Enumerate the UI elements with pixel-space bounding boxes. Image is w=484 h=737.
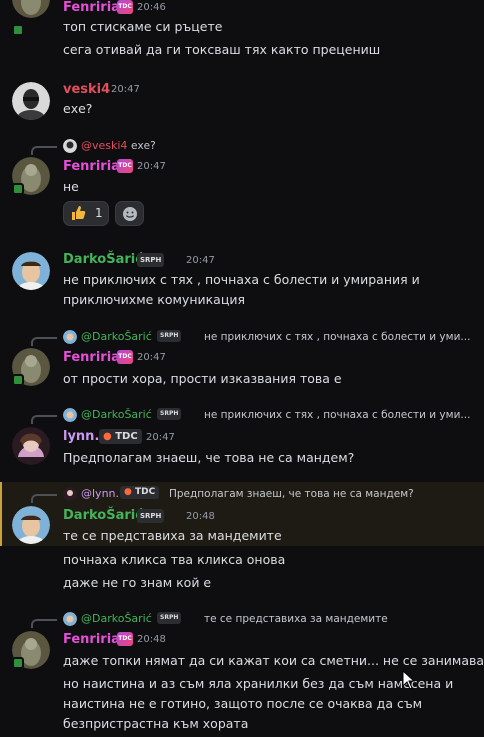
- message-text: не: [63, 179, 79, 194]
- chat-messages: Fenriria TDC 20:46 топ стискаме си ръцет…: [0, 0, 484, 737]
- message-text: приключихме комуникация: [63, 292, 245, 307]
- tdc-badge-icon: TDC: [117, 0, 133, 14]
- tdc-tag: ● TDC: [120, 486, 160, 499]
- avatar[interactable]: [12, 82, 50, 120]
- message-text: но наистина и аз съм яла хранилки без да…: [63, 676, 454, 691]
- srph-badge-icon: SRPH: [137, 509, 165, 523]
- reply-avatar: [63, 330, 77, 344]
- message-text: даже не го знам кой е: [63, 575, 212, 590]
- status-icon: [12, 374, 24, 386]
- username[interactable]: veski4: [63, 82, 110, 97]
- srph-badge-icon: SRPH: [157, 330, 182, 342]
- tdc-badge-icon: TDC: [117, 632, 133, 646]
- reply-username[interactable]: @DarkoŠarić: [81, 408, 152, 421]
- avatar[interactable]: [12, 252, 50, 290]
- add-emoji-icon: [122, 206, 138, 226]
- fire-icon: ●: [124, 487, 132, 497]
- reaction-count: 1: [95, 206, 103, 220]
- status-icon: [12, 24, 24, 36]
- reply-preview[interactable]: не приключих с тях , почнаха с болести и…: [204, 331, 470, 343]
- avatar[interactable]: [12, 0, 50, 18]
- message-text: Предполагам знаеш, че това не са мандем?: [63, 450, 355, 465]
- username[interactable]: Fenriria: [63, 0, 120, 15]
- timestamp: 20:47: [186, 255, 215, 266]
- fire-icon: ●: [103, 431, 112, 442]
- message-text: безпристрастна към хората: [63, 716, 249, 731]
- message-text: сега отивай да ги токсваш тях както прец…: [63, 42, 381, 57]
- timestamp: 20:47: [137, 161, 166, 172]
- reply-username[interactable]: @veski4: [81, 139, 127, 152]
- srph-badge-icon: SRPH: [137, 253, 165, 267]
- username[interactable]: DarkoŠarić: [63, 252, 143, 267]
- reply-preview[interactable]: Предполагам знаеш, че това не са мандем?: [169, 488, 414, 500]
- username[interactable]: DarkoŠarić: [63, 508, 143, 523]
- add-reaction-button[interactable]: [115, 201, 144, 226]
- srph-badge-icon: SRPH: [157, 612, 182, 624]
- reply-connector: [31, 415, 57, 424]
- reply-preview[interactable]: не приключих с тях , почнаха с болести и…: [204, 409, 470, 421]
- mouse-cursor-icon: [402, 669, 416, 694]
- timestamp: 20:46: [137, 2, 166, 13]
- tdc-tag: ● TDC: [99, 429, 142, 444]
- avatar[interactable]: [12, 506, 50, 544]
- username[interactable]: lynn.: [63, 429, 99, 444]
- reply-avatar: [63, 612, 77, 626]
- message-text: даже топки нямат да си кажат кои са смет…: [63, 653, 484, 668]
- reply-connector: [31, 337, 57, 346]
- username[interactable]: Fenriria: [63, 632, 120, 647]
- thumbs-up-icon: [70, 205, 86, 225]
- username[interactable]: Fenriria: [63, 159, 120, 174]
- timestamp: 20:47: [111, 84, 140, 95]
- reply-avatar: [63, 487, 77, 501]
- reply-preview[interactable]: ехе?: [131, 140, 156, 152]
- status-icon: [12, 657, 24, 669]
- avatar[interactable]: [12, 427, 50, 465]
- status-icon: [12, 183, 24, 195]
- timestamp: 20:48: [137, 634, 166, 645]
- message-text: ехе?: [63, 101, 93, 116]
- message-text: наистина не е готино, защото после се оч…: [63, 696, 423, 711]
- reply-username[interactable]: @DarkoŠarić: [81, 330, 152, 343]
- username[interactable]: Fenriria: [63, 350, 120, 365]
- timestamp: 20:48: [186, 511, 215, 522]
- tdc-badge-icon: TDC: [117, 350, 133, 364]
- reply-username[interactable]: @lynn.: [81, 487, 119, 500]
- reaction-thumbs-up[interactable]: 1: [63, 201, 109, 226]
- reply-avatar: [63, 408, 77, 422]
- reply-avatar: [63, 139, 77, 153]
- reply-connector: [31, 146, 57, 155]
- tdc-badge-icon: TDC: [117, 159, 133, 173]
- reply-connector: [31, 619, 57, 628]
- reply-username[interactable]: @DarkoŠarić: [81, 612, 152, 625]
- reply-preview[interactable]: те се представиха за мандемите: [204, 613, 388, 625]
- timestamp: 20:47: [137, 352, 166, 363]
- reply-connector: [31, 494, 57, 503]
- message-text: топ стискаме си ръцете: [63, 19, 223, 34]
- message-text: те се представиха за мандемите: [63, 528, 282, 543]
- srph-badge-icon: SRPH: [157, 408, 182, 420]
- timestamp: 20:47: [146, 432, 175, 443]
- message-text: почнаха кликса тва кликса онова: [63, 552, 286, 567]
- message-text: от прости хора, прости изказвания това е: [63, 371, 342, 386]
- message-text: не приключих с тях , почнаха с болести и…: [63, 272, 420, 287]
